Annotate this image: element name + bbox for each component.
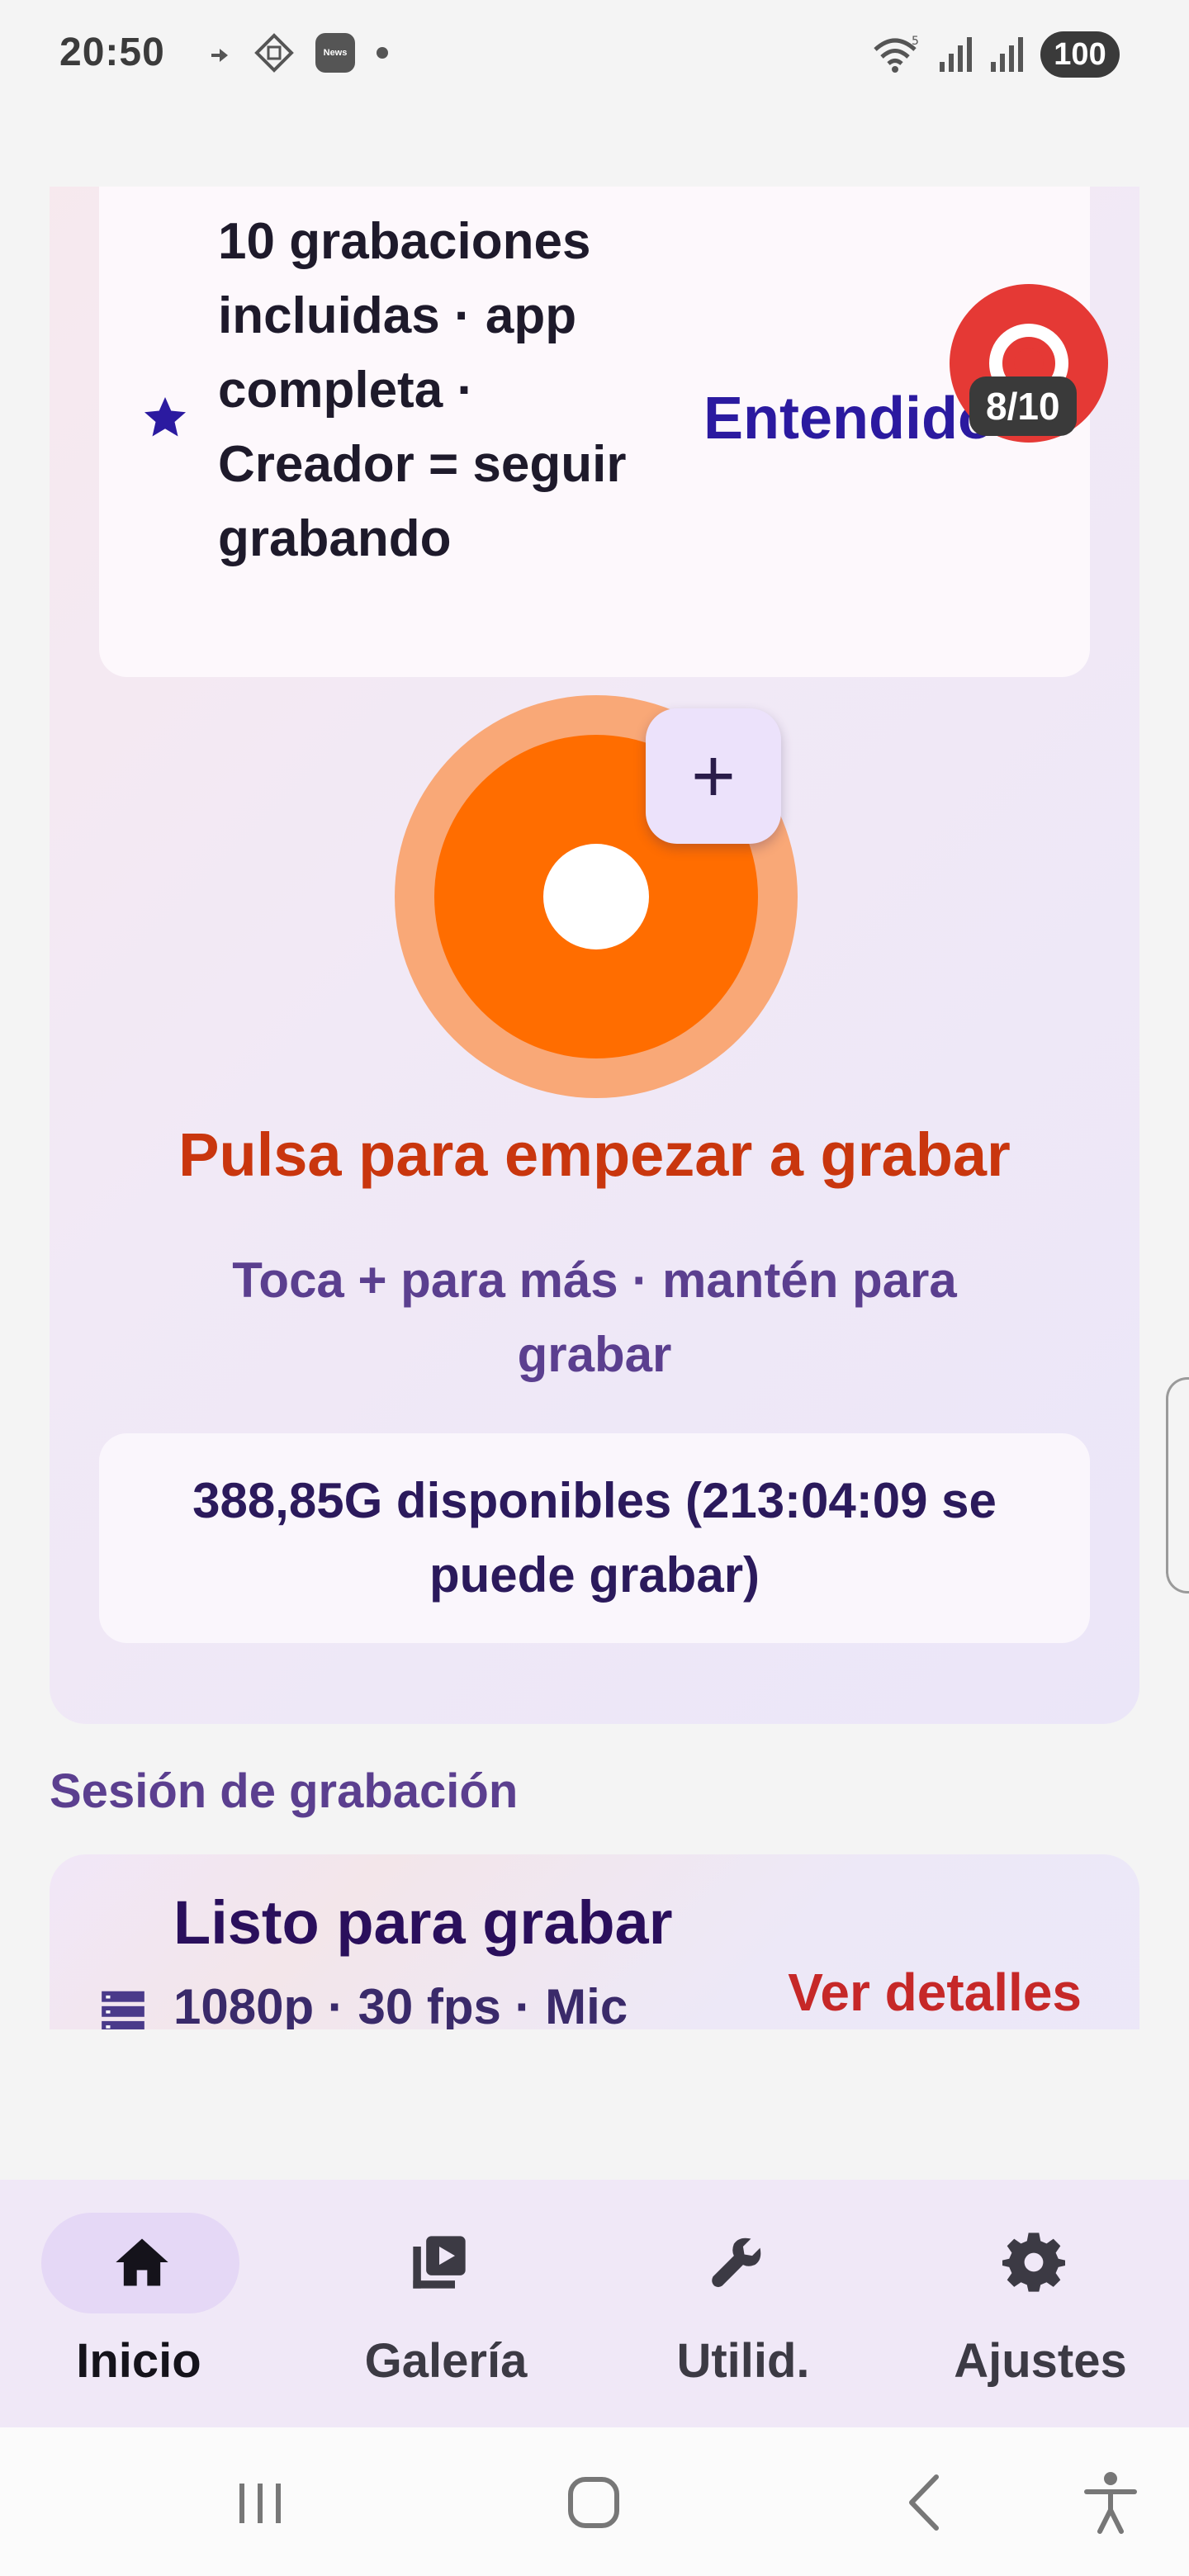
gallery-icon xyxy=(413,2236,466,2289)
system-navigation-bar xyxy=(0,2427,1189,2576)
wrench-icon xyxy=(712,2237,761,2288)
nav-item-gallery[interactable]: Galería xyxy=(297,2180,594,2427)
plan-info-text: 10 grabaciones incluidas · app completa … xyxy=(218,213,627,567)
signal-icon xyxy=(940,37,972,72)
svg-text:5: 5 xyxy=(912,35,919,48)
record-overlay-dot xyxy=(1014,348,1044,378)
session-settings-summary: 1080p · 30 fps · Mic xyxy=(173,1979,628,2029)
back-icon[interactable] xyxy=(888,2465,963,2540)
storage-available-card: 388,85G disponibles (213:04:09 se puede … xyxy=(99,1433,1090,1643)
add-button[interactable]: + xyxy=(646,708,781,844)
bottom-navigation: Inicio Galería Utilid. Ajustes xyxy=(0,2180,1189,2427)
view-details-link[interactable]: Ver detalles xyxy=(788,1962,1082,2023)
nav-label-settings: Ajustes xyxy=(954,2334,1127,2388)
edge-panel-handle[interactable] xyxy=(1166,1377,1189,1593)
session-card[interactable]: Listo para grabar 1080p · 30 fps · Mic V… xyxy=(50,1854,1139,2029)
floating-record-widget[interactable]: 8/10 xyxy=(950,284,1108,443)
record-prompt-hint: Toca + para más · mantén para grabar xyxy=(232,1252,957,1382)
home-scroll-content[interactable]: 10 grabaciones incluidas · app completa … xyxy=(0,187,1189,2029)
status-notification-icons: News xyxy=(208,33,388,73)
nav-item-settings[interactable]: Ajustes xyxy=(892,2180,1189,2427)
recordings-counter-badge: 8/10 xyxy=(969,376,1077,436)
status-time: 20:50 xyxy=(59,31,165,74)
storage-list-icon xyxy=(102,1991,144,2029)
more-notifications-dot xyxy=(377,47,388,59)
session-status-title: Listo para grabar xyxy=(173,1888,673,1957)
session-section-title: Sesión de grabación xyxy=(50,1764,519,1818)
nav-label-home: Inicio xyxy=(76,2334,201,2388)
record-prompt-title: Pulsa para empezar a grabar xyxy=(178,1120,1011,1189)
status-system-icons: 5 100 xyxy=(872,31,1120,78)
nav-item-home[interactable]: Inicio xyxy=(0,2180,297,2427)
home-icon xyxy=(116,2238,168,2286)
star-icon xyxy=(144,397,186,437)
home-system-icon[interactable] xyxy=(557,2465,631,2540)
wifi-icon: 5 xyxy=(874,35,919,73)
accessibility-icon[interactable] xyxy=(1073,2465,1148,2540)
gear-icon xyxy=(1002,2233,1065,2292)
recent-apps-icon[interactable] xyxy=(223,2465,297,2540)
nav-label-utilities: Utilid. xyxy=(676,2334,810,2388)
battery-indicator: 100 xyxy=(1040,31,1120,78)
app-screen: 20:50 News 5 100 10 grabaciones incluida… xyxy=(0,0,1189,2576)
news-icon: News xyxy=(315,33,355,73)
app-grid-icon xyxy=(254,33,294,73)
plan-info-card: 10 grabaciones incluidas · app completa … xyxy=(99,187,1090,677)
nav-item-utilities[interactable]: Utilid. xyxy=(594,2180,892,2427)
nav-label-gallery: Galería xyxy=(364,2334,528,2388)
record-button-dot xyxy=(543,844,649,949)
signal-icon xyxy=(991,37,1023,72)
status-bar: 20:50 News 5 100 xyxy=(0,0,1189,112)
call-forward-icon xyxy=(211,49,228,62)
